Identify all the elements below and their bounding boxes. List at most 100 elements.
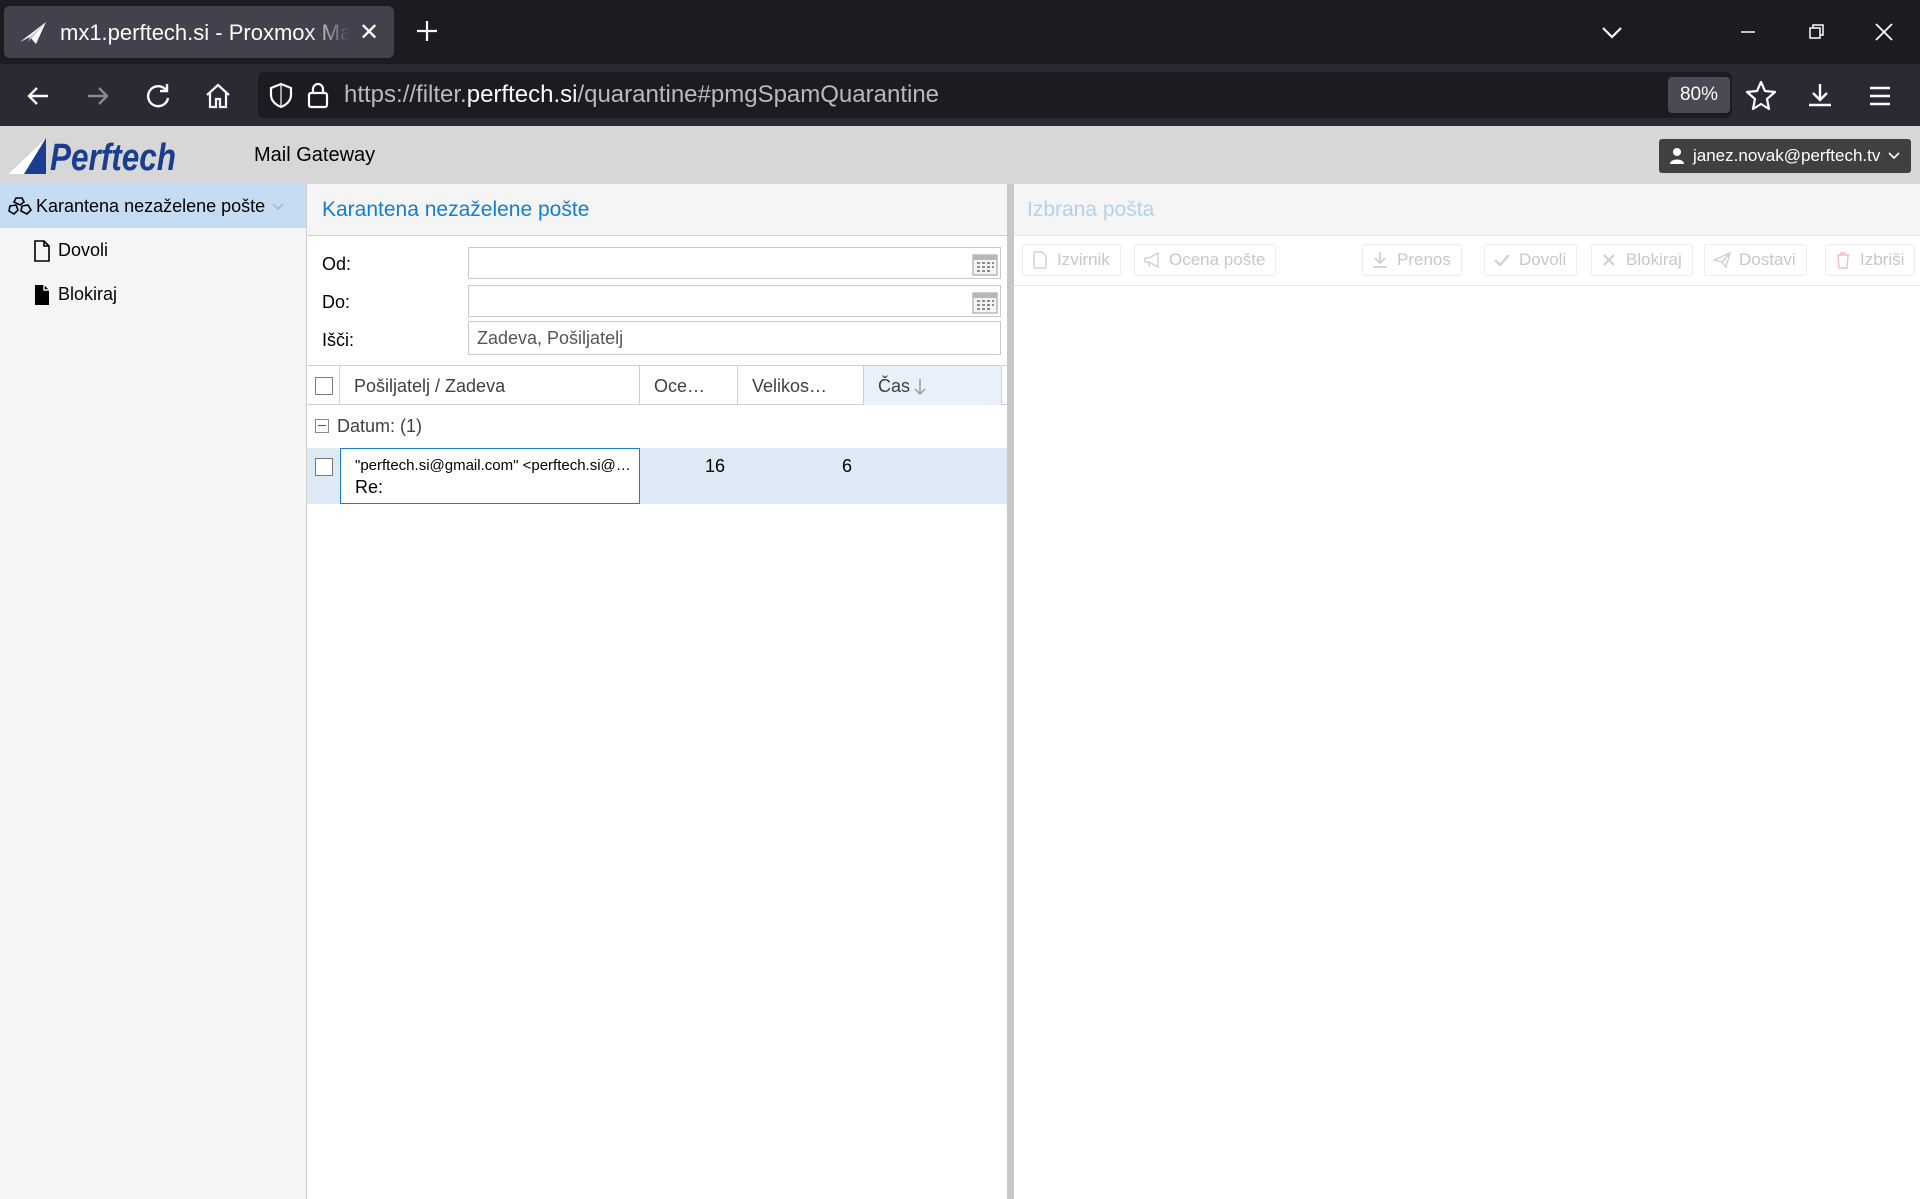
sidebar-item-allow[interactable]: Dovoli	[0, 228, 306, 272]
minimize-icon[interactable]	[1730, 14, 1766, 50]
url-domain: perftech.si	[466, 81, 578, 108]
downloads-icon[interactable]	[1802, 78, 1838, 114]
times-icon	[1603, 254, 1615, 266]
app-header: Perftech Mail Gateway janez.novak@perfte…	[0, 126, 1920, 184]
proxmox-favicon-icon	[20, 22, 46, 44]
url-path: /quarantine#pmgSpamQuarantine	[577, 81, 940, 108]
bullhorn-icon	[1144, 251, 1159, 269]
sidebar-item-label: Blokiraj	[58, 284, 118, 304]
row-checkbox[interactable]	[315, 458, 333, 476]
deliver-button-label: Dostavi	[1739, 250, 1796, 269]
url-text[interactable]: https://filter.perftech.si/quarantine#pm…	[344, 82, 939, 108]
back-icon[interactable]	[20, 78, 56, 114]
file-code-icon	[1033, 251, 1047, 269]
block-button-label: Blokiraj	[1626, 250, 1682, 269]
from-label: Od:	[322, 254, 352, 274]
table-row[interactable]: "perftech.si@gmail.com" <perftech.si@gma…	[307, 448, 1007, 504]
bookmark-star-icon[interactable]	[1744, 78, 1778, 112]
mail-sender: "perftech.si@gmail.com" <perftech.si@gma…	[355, 457, 635, 474]
trash-icon	[1837, 252, 1849, 269]
mail-score: 16	[705, 456, 726, 476]
preview-title: Izbrana pošta	[1014, 184, 1920, 236]
list-all-tabs-icon[interactable]	[1594, 14, 1630, 50]
url-bar[interactable]: https://filter.perftech.si/quarantine#pm…	[258, 72, 1777, 118]
product-name: Mail Gateway	[254, 144, 376, 166]
group-header-date[interactable]: Datum: (1)	[307, 406, 1007, 448]
sender-subject-cell[interactable]: "perftech.si@gmail.com" <perftech.si@gma…	[340, 448, 640, 504]
to-label: Do:	[322, 292, 351, 312]
mail-size: 6	[842, 456, 853, 476]
tracking-protection-shield-icon[interactable]	[266, 80, 296, 110]
close-tab-icon[interactable]: ✕	[356, 20, 382, 46]
delete-button[interactable]: Izbriši	[1825, 244, 1916, 276]
home-icon[interactable]	[200, 78, 236, 114]
lock-icon[interactable]	[304, 80, 332, 110]
cubes-icon	[8, 197, 32, 216]
download-button-label: Prenos	[1397, 250, 1451, 269]
browser-tab[interactable]: mx1.perftech.si - Proxmox Mail Gateway ✕	[4, 6, 394, 58]
browser-tab-bar: mx1.perftech.si - Proxmox Mail Gateway ✕	[0, 0, 1920, 64]
menu-icon[interactable]	[1862, 78, 1898, 114]
column-time-label: Čas	[878, 376, 911, 396]
column-time[interactable]: Čas	[864, 366, 1002, 405]
close-window-icon[interactable]	[1866, 14, 1902, 50]
preview-panel: Izbrana pošta Izvirnik Ocena pošte Preno…	[1014, 184, 1920, 1199]
delete-button-label: Izbriši	[1860, 250, 1905, 269]
raw-button-label: Izvirnik	[1057, 250, 1110, 269]
panel-title: Karantena nezaželene pošte	[307, 184, 1007, 236]
column-size[interactable]: Velikos…	[738, 366, 864, 405]
check-icon	[1494, 254, 1510, 267]
calendar-icon[interactable]	[972, 252, 998, 276]
chevron-down-icon	[1888, 152, 1900, 160]
spam-info-button-label: Ocena pošte	[1169, 250, 1266, 269]
new-tab-icon[interactable]	[412, 16, 442, 46]
browser-nav-bar: https://filter.perftech.si/quarantine#pm…	[0, 64, 1920, 126]
forward-icon[interactable]	[80, 78, 116, 114]
column-score[interactable]: Oce…	[640, 366, 738, 405]
column-sender-subject[interactable]: Pošiljatelj / Zadeva	[340, 366, 640, 405]
sidebar-item-label: Karantena nezaželene pošte	[36, 196, 266, 216]
sidebar-item-spam-quarantine[interactable]: Karantena nezaželene pošte	[0, 184, 306, 228]
spam-info-button[interactable]: Ocena pošte	[1134, 244, 1277, 276]
collapse-icon[interactable]	[315, 419, 329, 433]
select-all-column	[307, 366, 340, 405]
deliver-button[interactable]: Dostavi	[1704, 244, 1807, 276]
sort-descending-icon	[914, 379, 926, 396]
sidebar: Karantena nezaželene pošte Dovoli Blokir…	[0, 184, 307, 1199]
user-menu-button[interactable]: janez.novak@perftech.tv	[1659, 139, 1911, 173]
sidebar-item-label: Dovoli	[58, 240, 109, 260]
search-input[interactable]	[468, 321, 1001, 355]
allow-button-label: Dovoli	[1519, 250, 1567, 269]
zoom-level-button[interactable]: 80%	[1668, 77, 1730, 113]
to-date-field[interactable]	[468, 285, 1001, 317]
search-label: Išči:	[322, 330, 355, 350]
raw-button[interactable]: Izvirnik	[1022, 244, 1121, 276]
reload-icon[interactable]	[140, 78, 176, 114]
block-button[interactable]: Blokiraj	[1591, 244, 1693, 276]
sidebar-item-block[interactable]: Blokiraj	[0, 272, 306, 316]
user-icon	[1670, 148, 1684, 164]
preview-toolbar: Izvirnik Ocena pošte Prenos Dovoli Bloki…	[1014, 236, 1920, 286]
url-prefix: https://filter.	[344, 81, 467, 108]
perftech-logo: Perftech	[8, 136, 178, 179]
calendar-icon[interactable]	[972, 290, 998, 314]
user-name: janez.novak@perftech.tv	[1693, 146, 1881, 165]
svg-text:Perftech: Perftech	[50, 137, 176, 176]
download-icon	[1373, 252, 1387, 268]
paper-plane-icon	[1713, 251, 1731, 269]
grid-header: Pošiljatelj / Zadeva Oce… Velikos… Čas	[307, 365, 1007, 405]
from-date-field[interactable]	[468, 247, 1001, 279]
file-outline-icon	[34, 240, 50, 262]
mail-subject: Re:	[355, 477, 384, 497]
select-all-checkbox[interactable]	[315, 377, 333, 395]
panel-splitter[interactable]	[1007, 184, 1014, 1199]
allow-button[interactable]: Dovoli	[1484, 244, 1578, 276]
download-button[interactable]: Prenos	[1362, 244, 1462, 276]
chevron-down-icon	[272, 203, 284, 210]
restore-icon[interactable]	[1798, 14, 1834, 50]
file-icon	[35, 285, 49, 305]
group-label: Datum: (1)	[337, 416, 423, 436]
logo-mark-icon: Perftech	[8, 137, 176, 179]
tab-title: mx1.perftech.si - Proxmox Mail Gateway	[60, 20, 350, 45]
quarantine-panel: Karantena nezaželene pošte Od: Do: Išči:…	[307, 184, 1007, 1199]
